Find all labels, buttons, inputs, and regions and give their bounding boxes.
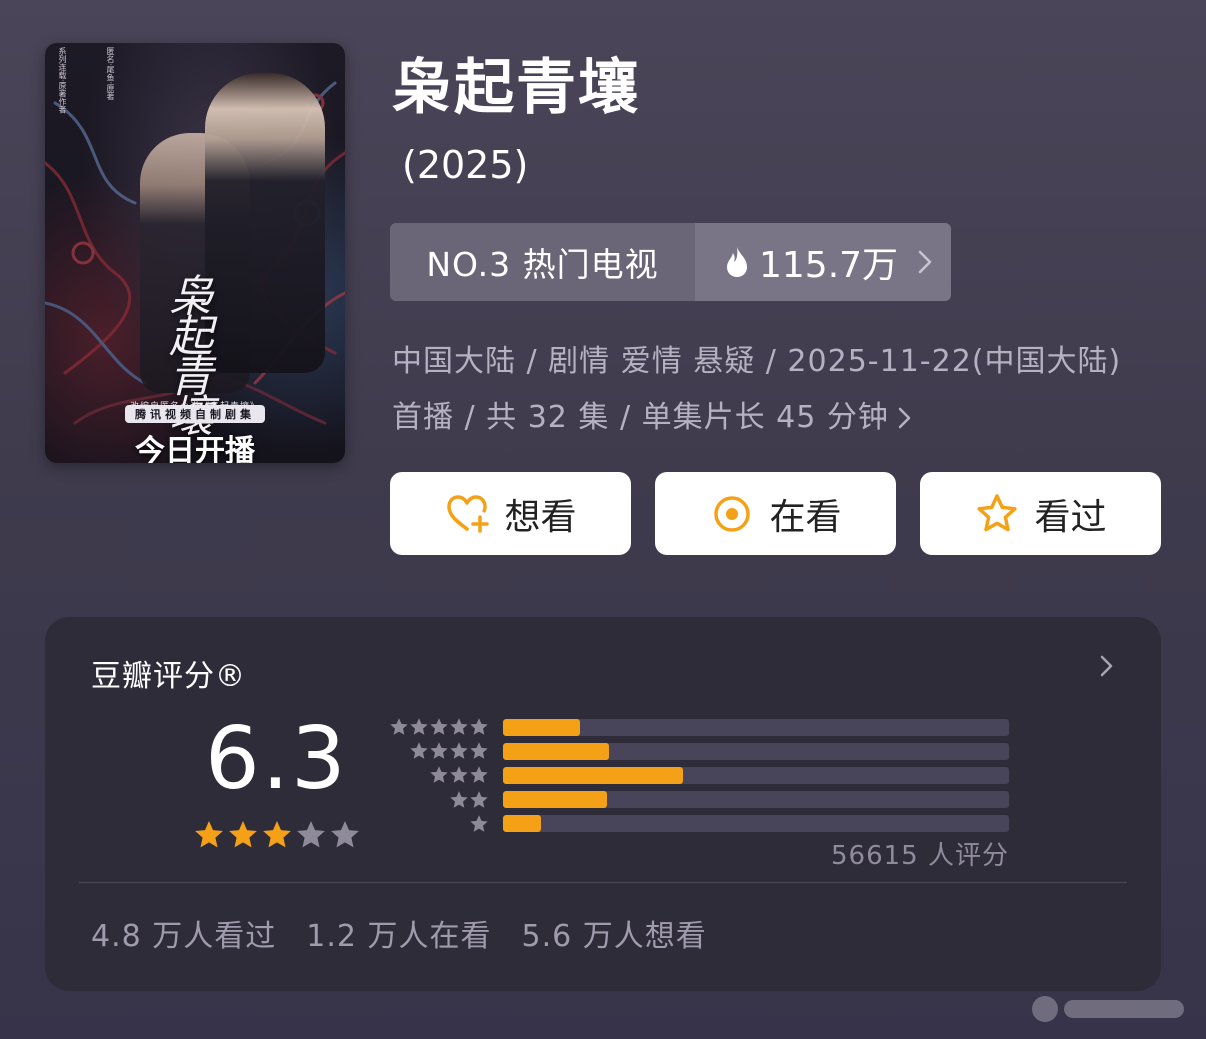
- star-icon: [470, 718, 488, 735]
- distribution-bar-fill: [503, 766, 683, 784]
- watermark-text: [1064, 1000, 1184, 1018]
- want-to-watch-label: 想看: [504, 496, 577, 538]
- distribution-row-1-star: [381, 813, 1009, 835]
- watching-button[interactable]: 在看: [655, 472, 896, 555]
- distribution-bar-track: [503, 815, 1009, 833]
- star-filled-icon: [229, 821, 257, 848]
- star-icon: [470, 742, 488, 759]
- star-filled-icon: [263, 821, 291, 848]
- rating-card-title: 豆瓣评分®: [91, 659, 246, 694]
- distribution-bar-track: [503, 718, 1009, 736]
- star-outline-icon: [977, 493, 1018, 531]
- heat-value: 115.7万: [759, 245, 899, 286]
- rank-pill[interactable]: NO.3 热门电视 115.7万: [390, 223, 951, 301]
- star-icon: [470, 815, 488, 832]
- chevron-right-icon: [898, 407, 911, 429]
- flame-icon: [727, 247, 747, 277]
- distribution-bar-fill: [503, 742, 610, 760]
- heart-plus-icon: [447, 494, 490, 533]
- star-icon: [430, 742, 448, 759]
- meta-info-line-1: 中国大陆 / 剧情 爱情 悬疑 / 2025-11-22(中国大陆): [392, 344, 1122, 379]
- star-icon: [470, 790, 488, 808]
- rating-count: 56615 人评分: [831, 841, 1009, 871]
- distribution-stars: [381, 765, 489, 785]
- divider: [79, 882, 1127, 883]
- poster-image[interactable]: 系列连载·原著作者 匿名·尾鱼·原著 枭起青壤 改编自匿名小说《枭起青壤》 腾讯…: [45, 43, 345, 463]
- star-icon: [430, 766, 448, 784]
- distribution-stars: [381, 741, 489, 761]
- distribution-bar-fill: [503, 718, 580, 736]
- poster-side-text: 系列连载·原著作者: [58, 47, 67, 114]
- rank-label[interactable]: NO.3 热门电视: [390, 223, 695, 301]
- chevron-right-icon[interactable]: [1097, 651, 1117, 681]
- distribution-bar-track: [503, 742, 1009, 760]
- distribution-stars: [381, 790, 489, 810]
- watch-stats: 4.8 万人看过 1.2 万人在看 5.6 万人想看: [91, 911, 707, 955]
- star-icon: [410, 742, 428, 759]
- star-icon: [450, 766, 468, 784]
- stat-watching[interactable]: 1.2 万人在看: [306, 911, 491, 955]
- poster-premiere-text: 今日开播: [135, 434, 255, 463]
- star-icon: [390, 718, 408, 735]
- rating-score: 6.3: [205, 709, 348, 809]
- distribution-row-5-star: [381, 716, 1009, 738]
- star-icon: [450, 718, 468, 735]
- movie-detail-page: 系列连载·原著作者 匿名·尾鱼·原著 枭起青壤 改编自匿名小说《枭起青壤》 腾讯…: [0, 0, 1206, 1039]
- distribution-bar-track: [503, 791, 1009, 809]
- watermark-logo-icon: [1032, 996, 1058, 1022]
- distribution-bar-track: [503, 766, 1009, 784]
- star-icon: [450, 742, 468, 759]
- watermark: [1032, 992, 1200, 1026]
- meta-info-text: 首播 / 共 32 集 / 单集片长 45 分钟: [392, 400, 889, 435]
- watched-button[interactable]: 看过: [920, 472, 1161, 555]
- star-icon: [470, 766, 488, 784]
- distribution-row-4-star: [381, 740, 1009, 762]
- poster-badge: 腾讯视频自制剧集: [125, 405, 265, 423]
- star-filled-icon: [195, 821, 223, 848]
- meta-info-line-2[interactable]: 首播 / 共 32 集 / 单集片长 45 分钟: [392, 398, 1152, 438]
- want-to-watch-button[interactable]: 想看: [390, 472, 631, 555]
- distribution-bar-fill: [503, 791, 607, 809]
- rating-card[interactable]: 豆瓣评分® 6.3 56615 人评分 4.8 万人看过 1.2 万人在看 5.…: [45, 617, 1161, 991]
- watched-label: 看过: [1034, 496, 1107, 538]
- stat-watched[interactable]: 4.8 万人看过: [91, 911, 276, 955]
- stat-want[interactable]: 5.6 万人想看: [522, 911, 707, 955]
- star-icon: [430, 718, 448, 735]
- score-stars: [193, 819, 361, 851]
- chevron-right-icon: [918, 250, 932, 274]
- distribution-stars: [381, 814, 489, 834]
- star-empty-icon: [331, 821, 359, 848]
- target-icon: [714, 495, 751, 532]
- distribution-stars: [381, 717, 489, 737]
- page-title: 枭起青壤: [392, 53, 640, 123]
- star-icon: [410, 718, 428, 735]
- heat-section[interactable]: 115.7万: [695, 223, 951, 301]
- distribution-row-3-star: [381, 764, 1009, 786]
- watching-label: 在看: [769, 496, 842, 538]
- release-year: (2025): [402, 143, 529, 187]
- poster-figure-man: [205, 73, 325, 373]
- star-empty-icon: [297, 821, 325, 848]
- distribution-row-2-star: [381, 789, 1009, 811]
- poster-side-text-right: 匿名·尾鱼·原著: [106, 47, 115, 101]
- distribution-bar-fill: [503, 815, 541, 833]
- star-icon: [450, 790, 468, 808]
